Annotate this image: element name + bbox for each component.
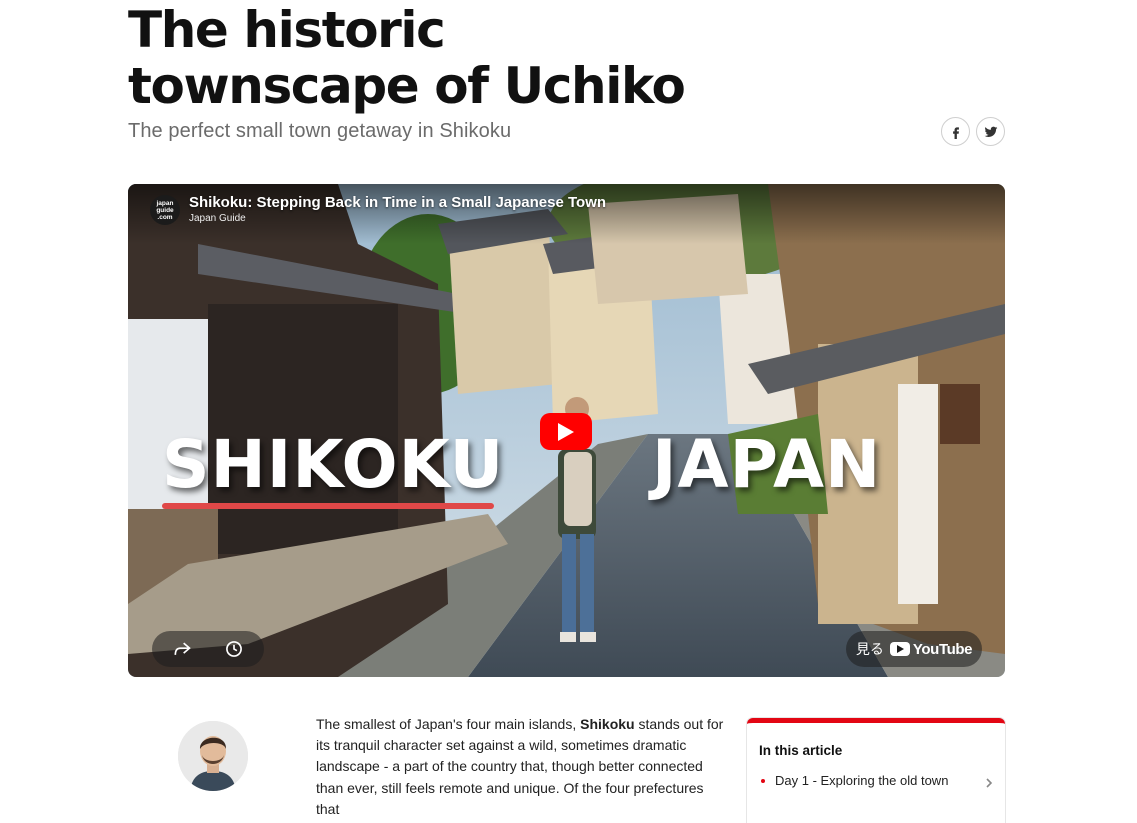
share-icon[interactable] bbox=[172, 639, 192, 659]
video-title[interactable]: Shikoku: Stepping Back in Time in a Smal… bbox=[189, 194, 606, 211]
youtube-play-icon bbox=[889, 642, 910, 656]
play-button[interactable] bbox=[540, 413, 592, 450]
video-controls bbox=[152, 631, 264, 667]
intro-text-start: The smallest of Japan's four main island… bbox=[316, 716, 581, 732]
facebook-icon bbox=[952, 126, 959, 139]
social-share bbox=[941, 117, 1005, 146]
channel-logo[interactable]: japan guide .com bbox=[150, 195, 180, 225]
page-subtitle: The perfect small town getaway in Shikok… bbox=[128, 120, 512, 142]
article-intro: The smallest of Japan's four main island… bbox=[316, 714, 730, 820]
toc-item-day1[interactable]: Day 1 - Exploring the old town bbox=[761, 773, 993, 788]
overlay-text-right: JAPAN bbox=[652, 426, 882, 503]
watch-label: 見る bbox=[855, 641, 884, 657]
intro-bold-shikoku: Shikoku bbox=[580, 716, 635, 732]
video-channel[interactable]: Japan Guide bbox=[189, 213, 246, 224]
facebook-share-button[interactable] bbox=[941, 117, 970, 146]
table-of-contents: In this article Day 1 - Exploring the ol… bbox=[747, 718, 1005, 823]
author-avatar-image bbox=[178, 721, 248, 791]
author-avatar[interactable] bbox=[178, 721, 248, 791]
youtube-logo: YouTube bbox=[889, 640, 973, 658]
video-top-gradient bbox=[128, 184, 1005, 244]
chevron-right-icon bbox=[985, 776, 993, 788]
youtube-label: YouTube bbox=[912, 640, 973, 658]
play-icon bbox=[558, 422, 574, 441]
watch-on-youtube-button[interactable]: 見る YouTube bbox=[846, 631, 982, 667]
bullet-icon bbox=[761, 778, 765, 783]
toc-item-label: Day 1 - Exploring the old town bbox=[775, 773, 949, 788]
overlay-underline bbox=[162, 503, 494, 509]
overlay-text-left: SHIKOKU bbox=[162, 426, 505, 503]
toc-heading: In this article bbox=[759, 743, 843, 758]
page-title: The historic townscape of Uchiko bbox=[128, 1, 686, 115]
twitter-icon bbox=[984, 126, 997, 137]
twitter-share-button[interactable] bbox=[976, 117, 1005, 146]
video-embed[interactable]: japan guide .com Shikoku: Stepping Back … bbox=[128, 184, 1005, 677]
watch-later-icon[interactable] bbox=[224, 639, 244, 659]
